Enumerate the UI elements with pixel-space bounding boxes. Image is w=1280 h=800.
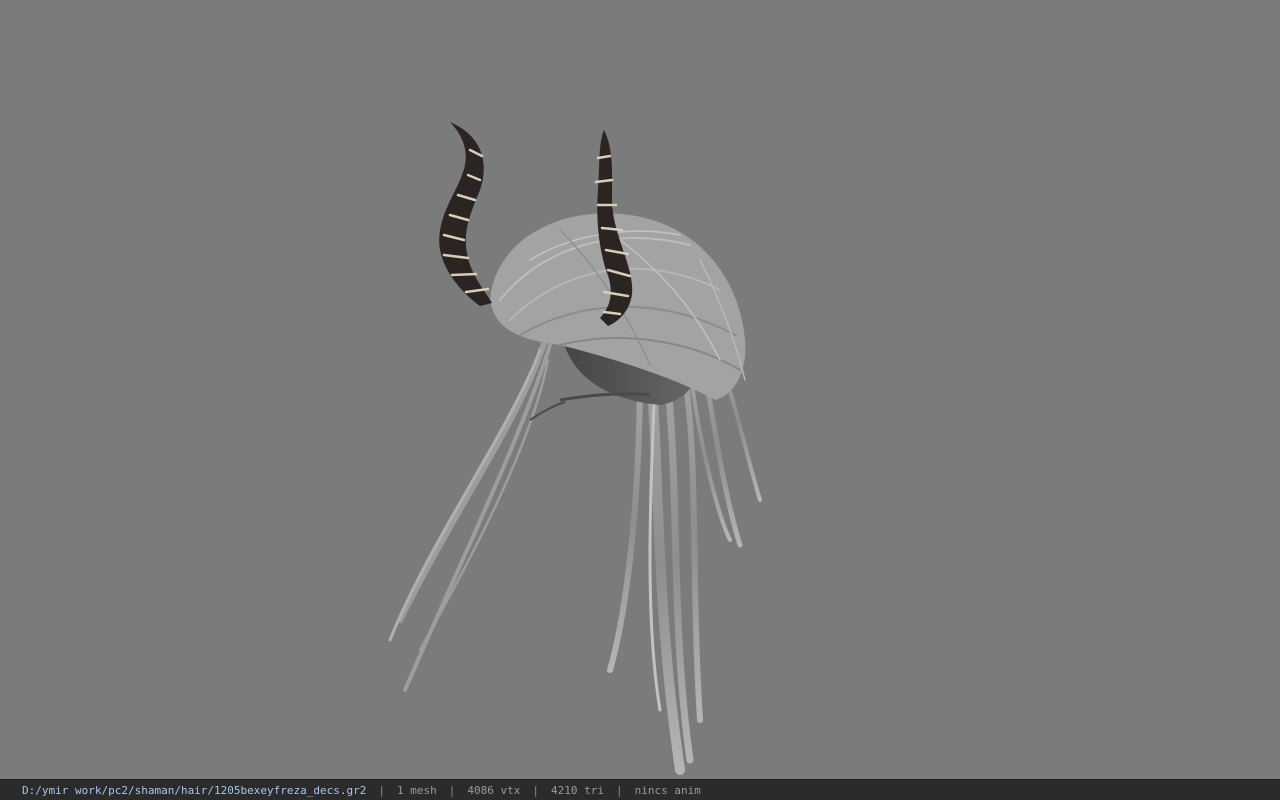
- model-preview: [388, 122, 762, 775]
- status-separator: |: [378, 783, 385, 797]
- file-path: D:/ymir work/pc2/shaman/hair/1205bexeyfr…: [22, 783, 367, 797]
- vertex-count: 4086 vtx: [467, 783, 521, 797]
- status-bar: D:/ymir work/pc2/shaman/hair/1205bexeyfr…: [0, 779, 1280, 800]
- hair-strands-right: [607, 343, 762, 775]
- triangle-count: 4210 tri: [550, 783, 604, 797]
- 3d-viewport[interactable]: [0, 0, 1280, 779]
- left-horn: [439, 122, 492, 306]
- status-separator: |: [615, 783, 623, 797]
- mesh-count: 1 mesh: [397, 783, 437, 797]
- hair-strands-left: [388, 337, 552, 692]
- status-separator: |: [532, 783, 539, 797]
- animation-status: nincs anim: [634, 783, 701, 797]
- status-separator: |: [448, 783, 456, 797]
